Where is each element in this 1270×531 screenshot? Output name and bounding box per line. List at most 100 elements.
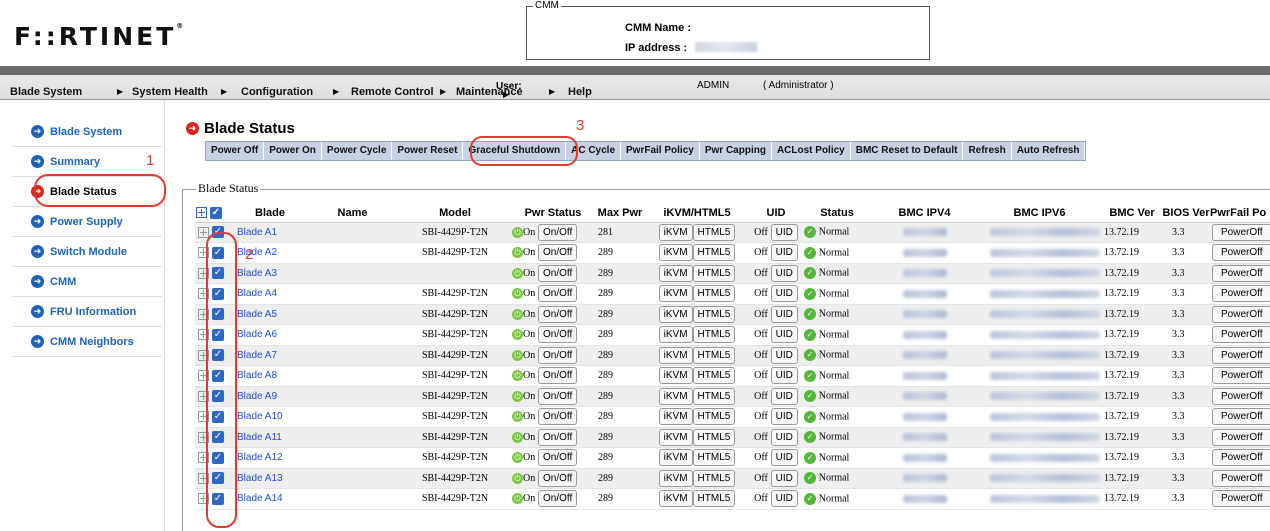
col-header-blade[interactable]: Blade — [235, 204, 305, 223]
col-header-status[interactable]: Status — [802, 204, 872, 223]
on-off-button[interactable]: On/Off — [538, 408, 578, 426]
pwrfail-poweroff-button[interactable]: PowerOff — [1212, 264, 1270, 282]
on-off-button[interactable]: On/Off — [538, 326, 578, 344]
html5-button[interactable]: HTML5 — [692, 428, 736, 446]
blade-link[interactable]: Blade A11 — [237, 432, 282, 443]
uid-button[interactable]: UID — [770, 367, 798, 385]
ikvm-button[interactable]: iKVM — [658, 285, 693, 303]
uid-button[interactable]: UID — [770, 387, 798, 405]
blade-link[interactable]: Blade A3 — [237, 268, 277, 279]
ikvm-button[interactable]: iKVM — [658, 428, 693, 446]
pwrfail-policy-button[interactable]: PwrFail Policy — [621, 142, 700, 160]
ikvm-button[interactable]: iKVM — [658, 264, 693, 282]
on-off-button[interactable]: On/Off — [538, 264, 578, 282]
refresh-button[interactable]: Refresh — [963, 142, 1012, 160]
select-all-checkbox[interactable]: ✓ — [210, 206, 222, 219]
sidebar-item-blade-system[interactable]: ➜ Blade System — [12, 117, 162, 147]
on-off-button[interactable]: On/Off — [538, 305, 578, 323]
html5-button[interactable]: HTML5 — [692, 469, 736, 487]
menu-system-health[interactable]: System Health — [132, 86, 208, 98]
bmc-reset-default-button[interactable]: BMC Reset to Default — [851, 142, 964, 160]
power-cycle-button[interactable]: Power Cycle — [322, 142, 393, 160]
pwrfail-poweroff-button[interactable]: PowerOff — [1212, 408, 1270, 426]
uid-button[interactable]: UID — [770, 490, 798, 508]
uid-button[interactable]: UID — [770, 223, 798, 241]
uid-button[interactable]: UID — [770, 449, 798, 467]
ikvm-button[interactable]: iKVM — [658, 244, 693, 262]
on-off-button[interactable]: On/Off — [538, 367, 578, 385]
blade-link[interactable]: Blade A10 — [237, 411, 283, 422]
on-off-button[interactable]: On/Off — [538, 490, 578, 508]
ikvm-button[interactable]: iKVM — [658, 387, 693, 405]
pwrfail-poweroff-button[interactable]: PowerOff — [1212, 428, 1270, 446]
uid-button[interactable]: UID — [770, 264, 798, 282]
menu-remote-control[interactable]: Remote Control — [351, 86, 434, 98]
uid-button[interactable]: UID — [770, 408, 798, 426]
power-on-button[interactable]: Power On — [264, 142, 322, 160]
col-header-bmc-ver[interactable]: BMC Ver — [1102, 204, 1162, 223]
pwrfail-poweroff-button[interactable]: PowerOff — [1212, 367, 1270, 385]
sidebar-item-switch-module[interactable]: ➜ Switch Module — [12, 237, 162, 267]
pwrfail-poweroff-button[interactable]: PowerOff — [1212, 346, 1270, 364]
ikvm-button[interactable]: iKVM — [658, 449, 693, 467]
html5-button[interactable]: HTML5 — [692, 326, 736, 344]
uid-button[interactable]: UID — [770, 285, 798, 303]
sidebar-item-cmm-neighbors[interactable]: ➜ CMM Neighbors — [12, 327, 162, 357]
pwrfail-poweroff-button[interactable]: PowerOff — [1212, 449, 1270, 467]
pwrfail-poweroff-button[interactable]: PowerOff — [1212, 223, 1270, 241]
sidebar-item-power-supply[interactable]: ➜ Power Supply — [12, 207, 162, 237]
ikvm-button[interactable]: iKVM — [658, 490, 693, 508]
col-header-pwrfail-policy[interactable]: PwrFail Po — [1210, 204, 1270, 223]
blade-link[interactable]: Blade A12 — [237, 452, 283, 463]
blade-link[interactable]: Blade A2 — [237, 247, 277, 258]
uid-button[interactable]: UID — [770, 326, 798, 344]
ikvm-button[interactable]: iKVM — [658, 346, 693, 364]
sidebar-item-fru-information[interactable]: ➜ FRU Information — [12, 297, 162, 327]
pwr-capping-button[interactable]: Pwr Capping — [700, 142, 772, 160]
expand-all-icon[interactable] — [196, 207, 207, 219]
uid-button[interactable]: UID — [770, 305, 798, 323]
html5-button[interactable]: HTML5 — [692, 285, 736, 303]
html5-button[interactable]: HTML5 — [692, 264, 736, 282]
html5-button[interactable]: HTML5 — [692, 408, 736, 426]
pwrfail-poweroff-button[interactable]: PowerOff — [1212, 326, 1270, 344]
blade-link[interactable]: Blade A6 — [237, 329, 277, 340]
uid-button[interactable]: UID — [770, 469, 798, 487]
on-off-button[interactable]: On/Off — [538, 387, 578, 405]
col-header-model[interactable]: Model — [400, 204, 510, 223]
html5-button[interactable]: HTML5 — [692, 244, 736, 262]
uid-button[interactable]: UID — [770, 428, 798, 446]
col-header-bmc-ipv6[interactable]: BMC IPV6 — [977, 204, 1102, 223]
col-header-max-pwr[interactable]: Max Pwr — [596, 204, 644, 223]
pwrfail-poweroff-button[interactable]: PowerOff — [1212, 469, 1270, 487]
on-off-button[interactable]: On/Off — [538, 244, 578, 262]
blade-link[interactable]: Blade A5 — [237, 309, 277, 320]
col-header-bmc-ipv4[interactable]: BMC IPV4 — [872, 204, 977, 223]
pwrfail-poweroff-button[interactable]: PowerOff — [1212, 387, 1270, 405]
blade-link[interactable]: Blade A1 — [237, 227, 277, 238]
aclost-policy-button[interactable]: ACLost Policy — [772, 142, 851, 160]
power-reset-button[interactable]: Power Reset — [392, 142, 464, 160]
blade-link[interactable]: Blade A8 — [237, 370, 277, 381]
menu-configuration[interactable]: Configuration — [241, 86, 313, 98]
blade-link[interactable]: Blade A14 — [237, 493, 283, 504]
col-header-bios-ver[interactable]: BIOS Ver — [1162, 204, 1210, 223]
pwrfail-poweroff-button[interactable]: PowerOff — [1212, 244, 1270, 262]
blade-link[interactable]: Blade A4 — [237, 288, 277, 299]
power-off-button[interactable]: Power Off — [206, 142, 265, 160]
col-header-ikvm-html5[interactable]: iKVM/HTML5 — [644, 204, 750, 223]
blade-link[interactable]: Blade A13 — [237, 473, 283, 484]
menu-help[interactable]: Help — [568, 86, 592, 98]
pwrfail-poweroff-button[interactable]: PowerOff — [1212, 285, 1270, 303]
col-header-name[interactable]: Name — [305, 204, 400, 223]
sidebar-item-summary[interactable]: ➜ Summary — [12, 147, 162, 177]
pwrfail-poweroff-button[interactable]: PowerOff — [1212, 490, 1270, 508]
html5-button[interactable]: HTML5 — [692, 449, 736, 467]
html5-button[interactable]: HTML5 — [692, 387, 736, 405]
expand-row-icon[interactable] — [198, 226, 209, 238]
blade-link[interactable]: Blade A7 — [237, 350, 277, 361]
on-off-button[interactable]: On/Off — [538, 346, 578, 364]
pwrfail-poweroff-button[interactable]: PowerOff — [1212, 305, 1270, 323]
col-header-uid[interactable]: UID — [750, 204, 802, 223]
ikvm-button[interactable]: iKVM — [658, 305, 693, 323]
